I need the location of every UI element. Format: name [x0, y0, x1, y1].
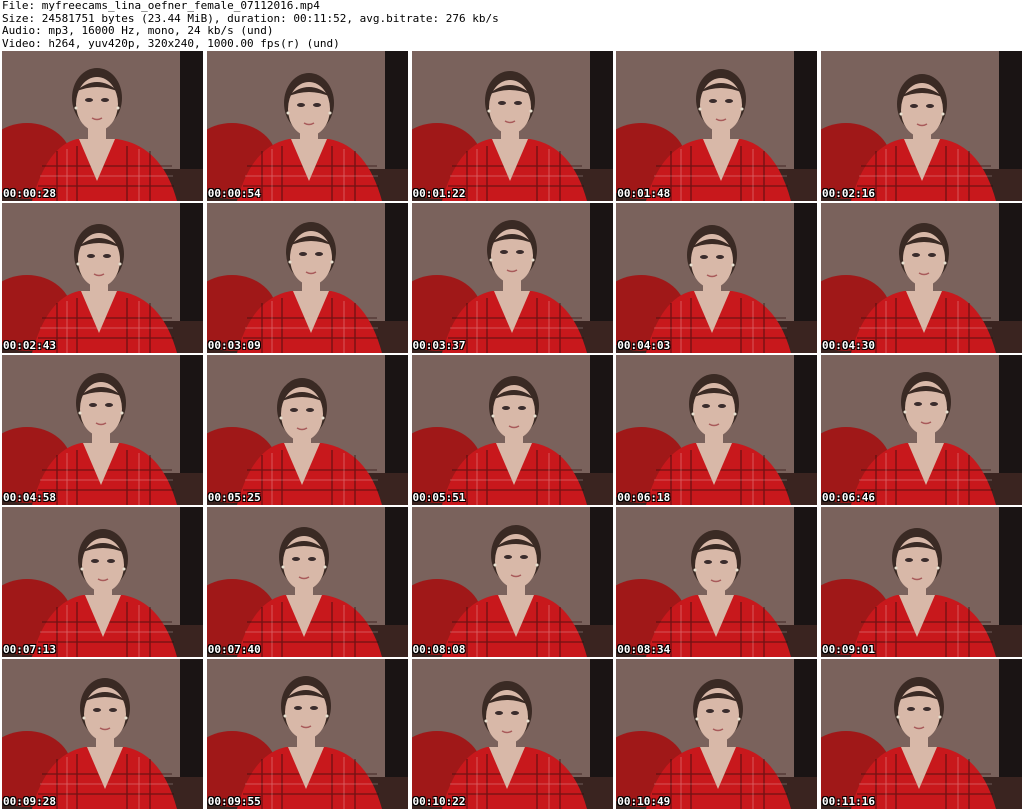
frame-image	[2, 507, 203, 657]
frame-image	[616, 355, 818, 505]
video-thumbnail: 00:03:37	[411, 203, 613, 353]
video-thumbnail: 00:06:46	[821, 355, 1022, 505]
frame-image	[206, 203, 408, 353]
frame-timestamp: 00:05:25	[207, 491, 261, 504]
video-thumbnail: 00:08:08	[411, 507, 613, 657]
frame-timestamp: 00:04:30	[822, 339, 875, 352]
frame-timestamp: 00:09:55	[207, 795, 261, 808]
audio-info-line: Audio: mp3, 16000 Hz, mono, 24 kb/s (und…	[2, 24, 274, 37]
frame-image	[821, 355, 1022, 505]
frame-image	[2, 51, 203, 201]
video-thumbnail: 00:01:48	[616, 51, 818, 201]
video-thumbnail: 00:07:13	[2, 507, 203, 657]
frame-image	[206, 659, 408, 809]
frame-timestamp: 00:10:49	[617, 795, 671, 808]
video-thumbnail: 00:01:22	[411, 51, 613, 201]
frame-image	[616, 203, 818, 353]
video-thumbnail: 00:05:25	[206, 355, 408, 505]
frame-image	[411, 659, 613, 809]
frame-image	[411, 203, 613, 353]
video-thumbnail: 00:10:22	[411, 659, 613, 809]
frame-image	[821, 51, 1022, 201]
video-thumbnail: 00:10:49	[616, 659, 818, 809]
video-thumbnail: 00:07:40	[206, 507, 408, 657]
frame-timestamp: 00:02:16	[822, 187, 875, 200]
frame-timestamp: 00:10:22	[412, 795, 466, 808]
frame-timestamp: 00:00:54	[207, 187, 261, 200]
video-thumbnail: 00:00:28	[2, 51, 203, 201]
video-thumbnail: 00:05:51	[411, 355, 613, 505]
frame-timestamp: 00:00:28	[3, 187, 56, 200]
frame-timestamp: 00:11:16	[822, 795, 875, 808]
video-thumbnail: 00:03:09	[206, 203, 408, 353]
frame-image	[2, 203, 203, 353]
frame-image	[821, 507, 1022, 657]
frame-timestamp: 00:03:09	[207, 339, 261, 352]
frame-timestamp: 00:01:48	[617, 187, 671, 200]
video-thumbnail: 00:06:18	[616, 355, 818, 505]
frame-image	[2, 659, 203, 809]
frame-timestamp: 00:09:01	[822, 643, 875, 656]
frame-image	[616, 51, 818, 201]
frame-timestamp: 00:09:28	[3, 795, 56, 808]
frame-image	[616, 507, 818, 657]
frame-timestamp: 00:06:46	[822, 491, 875, 504]
frame-image	[821, 659, 1022, 809]
video-thumbnail: 00:04:30	[821, 203, 1022, 353]
video-thumbnail: 00:11:16	[821, 659, 1022, 809]
frame-image	[616, 659, 818, 809]
video-thumbnail: 00:04:58	[2, 355, 203, 505]
frame-timestamp: 00:07:13	[3, 643, 56, 656]
video-thumbnail: 00:00:54	[206, 51, 408, 201]
frame-timestamp: 00:04:58	[3, 491, 56, 504]
video-info-line: Video: h264, yuv420p, 320x240, 1000.00 f…	[2, 36, 340, 50]
frame-timestamp: 00:06:18	[617, 491, 671, 504]
thumbnail-grid: 00:00:28 00:00:54 00:01:22 00:01:48 00:02:16…	[2, 51, 1022, 811]
video-thumbnail: 00:08:34	[616, 507, 818, 657]
frame-image	[411, 355, 613, 505]
video-thumbnail: 00:02:16	[821, 51, 1022, 201]
video-thumbnail: 00:09:55	[206, 659, 408, 809]
frame-image	[2, 355, 203, 505]
video-thumbnail: 00:04:03	[616, 203, 818, 353]
frame-timestamp: 00:07:40	[207, 643, 261, 656]
frame-timestamp: 00:02:43	[3, 339, 56, 352]
frame-image	[411, 51, 613, 201]
frame-image	[206, 507, 408, 657]
file-info-header: File: myfreecams_lina_oefner_female_0711…	[2, 0, 1022, 50]
video-thumbnail: 00:09:01	[821, 507, 1022, 657]
frame-image	[821, 203, 1022, 353]
frame-timestamp: 00:08:34	[617, 643, 671, 656]
file-name-line: File: myfreecams_lina_oefner_female_0711…	[2, 0, 320, 12]
frame-image	[206, 355, 408, 505]
frame-image	[411, 507, 613, 657]
frame-timestamp: 00:08:08	[412, 643, 466, 656]
frame-image	[206, 51, 408, 201]
frame-timestamp: 00:04:03	[617, 339, 671, 352]
frame-timestamp: 00:05:51	[412, 491, 466, 504]
video-thumbnail: 00:09:28	[2, 659, 203, 809]
video-thumbnail: 00:02:43	[2, 203, 203, 353]
frame-timestamp: 00:01:22	[412, 187, 466, 200]
frame-timestamp: 00:03:37	[412, 339, 466, 352]
